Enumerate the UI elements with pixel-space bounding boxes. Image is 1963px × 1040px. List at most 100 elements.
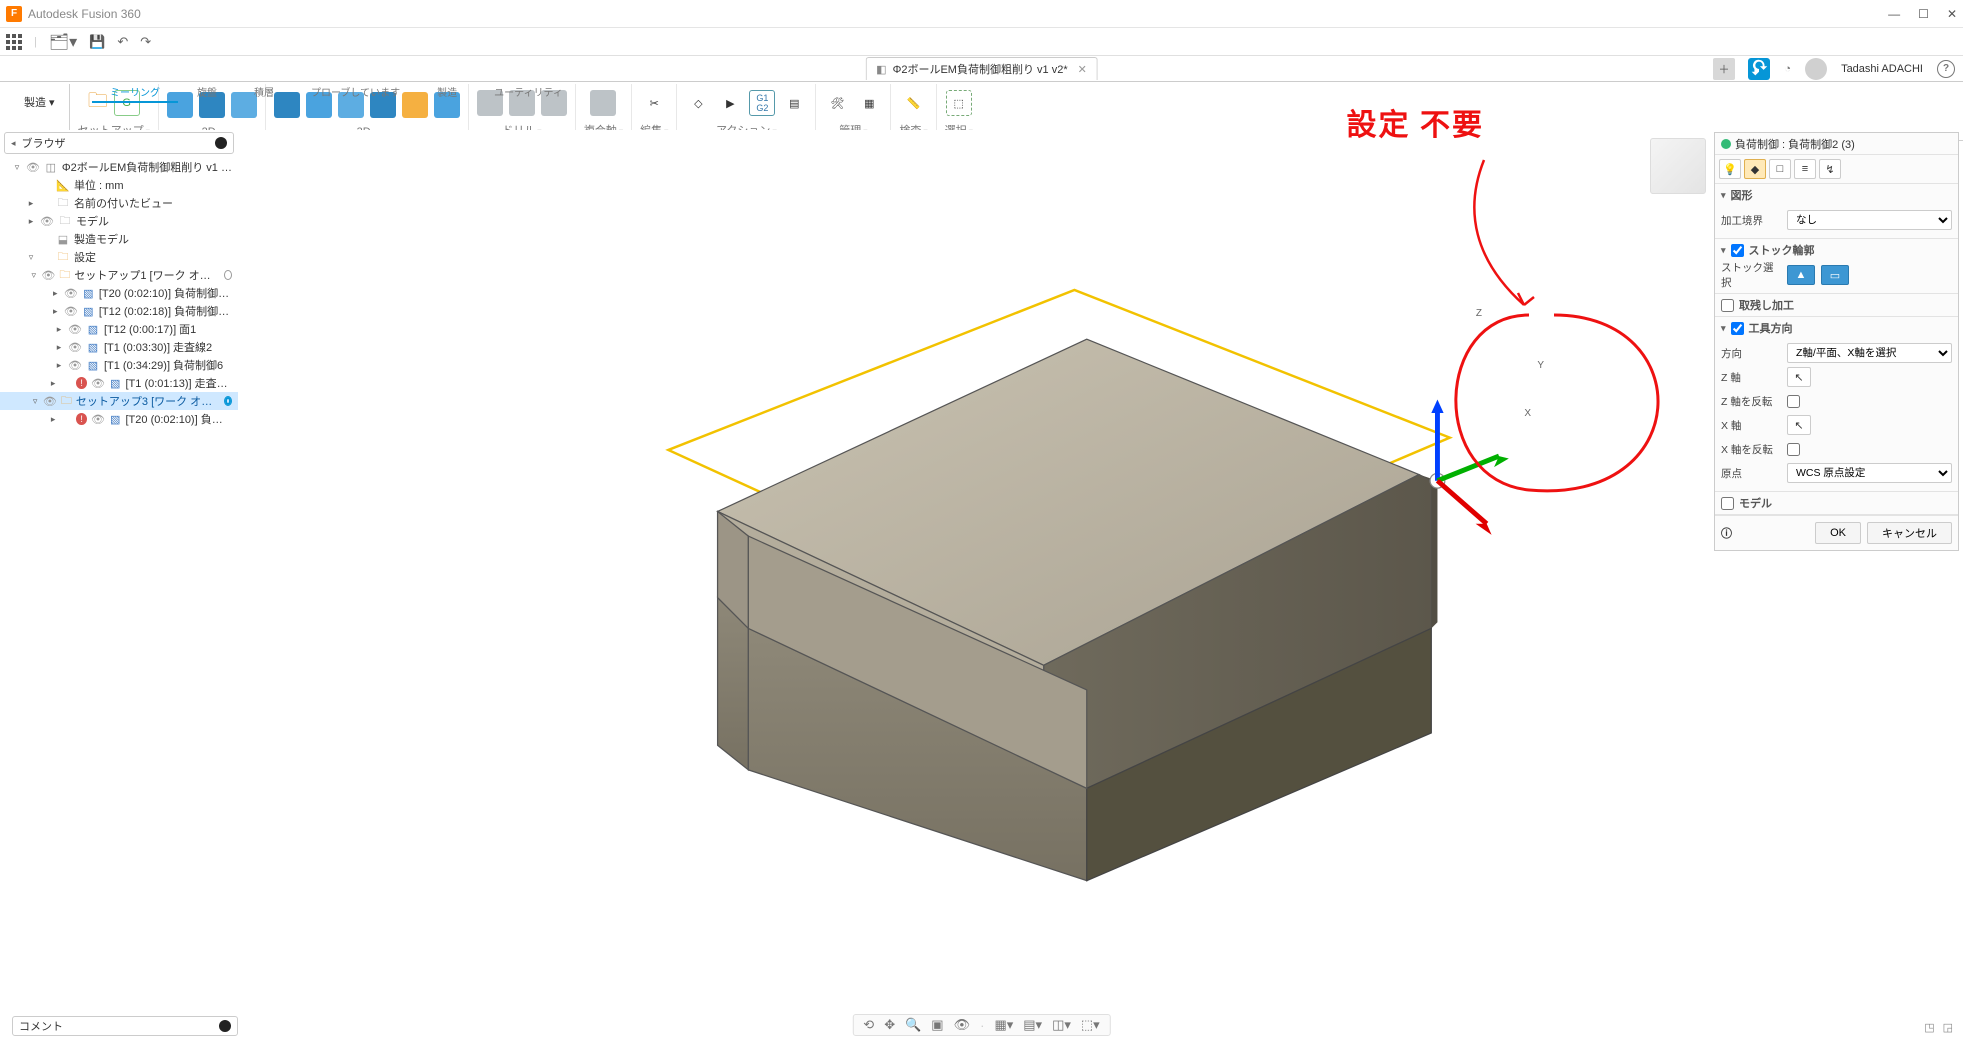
browser-header[interactable]: ◂ ブラウザ [4, 132, 234, 154]
user-name[interactable]: Tadashi ADACHI [1841, 63, 1923, 75]
tree-twisty-icon[interactable]: ▸ [49, 414, 58, 425]
viewport-canvas[interactable]: Z Y X 設定 不要 [238, 130, 1714, 1016]
ribbon-tab-turning[interactable]: 旋盤 [179, 82, 235, 103]
notifications-icon[interactable]: ◔ [1784, 63, 1791, 75]
tree-row[interactable]: ▸👁▧[T20 (0:02:10)] 負荷制御2 (… [0, 284, 238, 302]
active-setup-radio[interactable] [224, 396, 232, 406]
visibility-icon[interactable]: 👁 [26, 161, 40, 174]
tree-row[interactable]: ▿👁🗀セットアップ3 [ワーク オフセット =… [0, 392, 238, 410]
user-avatar[interactable] [1805, 58, 1827, 80]
visibility-icon[interactable]: 👁 [40, 215, 54, 228]
tree-twisty-icon[interactable]: ▸ [51, 288, 60, 299]
nav-orbit-icon[interactable]: ⟲ [863, 1017, 874, 1033]
inspect-measure-icon[interactable]: 📏 [900, 90, 926, 116]
nav-pan-icon[interactable]: ✥ [884, 1017, 895, 1033]
tree-row[interactable]: ▸👁▧[T12 (0:00:17)] 面1 [0, 320, 238, 338]
comment-bar[interactable]: コメント [12, 1016, 238, 1036]
visibility-icon[interactable]: 👁 [43, 395, 57, 408]
orient-x-pick-icon[interactable]: ↖ [1787, 415, 1811, 435]
tree-row[interactable]: ▿👁🗀セットアップ1 [ワーク オフセット =既… [0, 266, 238, 284]
visibility-icon[interactable]: 👁 [91, 413, 105, 426]
boundary-select[interactable]: なし [1787, 210, 1952, 230]
orient-origin-select[interactable]: WCS 原点設定 [1787, 463, 1952, 483]
orient-dir-select[interactable]: Z軸/平面、X軸を選択 [1787, 343, 1952, 363]
manage-lib-icon[interactable]: ▦ [856, 90, 882, 116]
tree-twisty-icon[interactable]: ▸ [26, 198, 36, 209]
visibility-icon[interactable]: 👁 [68, 341, 82, 354]
nav-effects-icon[interactable]: ⬚▾ [1081, 1017, 1100, 1033]
tree-row[interactable]: ▸👁▧[T1 (0:03:30)] 走査線2 [0, 338, 238, 356]
tree-twisty-icon[interactable]: ▸ [54, 342, 64, 353]
tree-row[interactable]: ▿👁◫Φ2ボールEM負荷制御粗削り v1 v2 [0, 158, 238, 176]
section-rest-header[interactable]: 取残し加工 [1715, 294, 1958, 316]
action-simulate-icon[interactable]: ▶ [717, 90, 743, 116]
props-tab-geometry[interactable]: ◆ [1744, 159, 1766, 179]
ribbon-tab-additive[interactable]: 積層 [236, 82, 292, 103]
nav-look-icon[interactable]: 👁 [954, 1017, 971, 1033]
section-orient-header[interactable]: ▾工具方向 [1715, 317, 1958, 339]
tree-twisty-icon[interactable]: ▿ [30, 270, 37, 281]
orient-xflip-check[interactable] [1787, 443, 1800, 456]
tab-close-icon[interactable]: ✕ [1078, 63, 1087, 76]
visibility-icon[interactable]: 👁 [68, 359, 82, 372]
model-check[interactable] [1721, 497, 1734, 510]
window-maximize-icon[interactable]: ☐ [1918, 7, 1929, 21]
tree-row[interactable]: ▸!👁▧[T20 (0:02:10)] 負荷制… [0, 410, 238, 428]
nav-viewports-icon[interactable]: ◫▾ [1052, 1017, 1071, 1033]
document-tab[interactable]: ◧ Φ2ボールEM負荷制御粗削り v1 v2* ✕ [865, 57, 1098, 80]
corner-cube-1-icon[interactable]: ◳ [1924, 1021, 1934, 1034]
tree-row[interactable]: ▿🗀設定 [0, 248, 238, 266]
edit-cut-icon[interactable]: ✂ [641, 90, 667, 116]
props-tab-passes[interactable]: ≡ [1794, 159, 1816, 179]
visibility-icon[interactable]: 👁 [68, 323, 82, 336]
tree-row[interactable]: ▸👁▧[T1 (0:34:29)] 負荷制御6 [0, 356, 238, 374]
manage-tool-icon[interactable]: 🛠 [824, 90, 850, 116]
orient-check[interactable] [1731, 322, 1744, 335]
help-icon[interactable]: ? [1937, 60, 1955, 78]
section-model-header[interactable]: モデル [1715, 492, 1958, 514]
select-icon[interactable]: ⬚ [946, 90, 972, 116]
ribbon-tab-probing[interactable]: プローブしています [293, 82, 418, 103]
tree-twisty-icon[interactable]: ▸ [54, 360, 64, 371]
browser-pin-icon[interactable] [215, 137, 227, 149]
tree-row[interactable]: ⬓製造モデル [0, 230, 238, 248]
app-grid-icon[interactable] [6, 34, 22, 50]
tree-twisty-icon[interactable]: ▸ [54, 324, 64, 335]
ok-button[interactable]: OK [1815, 522, 1861, 544]
tree-twisty-icon[interactable]: ▿ [12, 162, 22, 173]
rest-check[interactable] [1721, 299, 1734, 312]
multiaxis-icon[interactable] [590, 90, 616, 116]
ribbon-tab-utilities[interactable]: ユーティリティ [476, 82, 581, 103]
orient-z-pick-icon[interactable]: ↖ [1787, 367, 1811, 387]
tree-twisty-icon[interactable]: ▿ [31, 396, 39, 407]
props-tab-heights[interactable]: □ [1769, 159, 1791, 179]
action-sheet-icon[interactable]: ▤ [781, 90, 807, 116]
nav-grid-icon[interactable]: ▤▾ [1023, 1017, 1042, 1033]
viewcube[interactable] [1650, 138, 1706, 194]
orient-zflip-check[interactable] [1787, 395, 1800, 408]
tree-twisty-icon[interactable]: ▸ [26, 216, 36, 227]
nav-zoom-icon[interactable]: 🔍 [905, 1017, 921, 1033]
nav-fit-icon[interactable]: ▣ [931, 1017, 943, 1033]
section-stock-header[interactable]: ▾ストック輪郭 [1715, 239, 1958, 261]
action-post-icon[interactable]: G1G2 [749, 90, 775, 116]
tree-twisty-icon[interactable]: ▸ [51, 306, 60, 317]
extensions-button[interactable] [1748, 58, 1770, 80]
file-menu-icon[interactable]: 🗂▾ [49, 32, 77, 52]
stock-select-pointer-icon[interactable]: ▲ [1787, 265, 1815, 285]
redo-icon[interactable]: ↷ [140, 34, 151, 50]
workspace-selector[interactable]: 製造 ▾ [18, 84, 61, 110]
props-tab-linking[interactable]: ↯ [1819, 159, 1841, 179]
comment-pin-icon[interactable] [219, 1020, 231, 1032]
cancel-button[interactable]: キャンセル [1867, 522, 1952, 544]
tree-row[interactable]: 📐単位 : mm [0, 176, 238, 194]
corner-cube-2-icon[interactable]: ◲ [1943, 1021, 1953, 1034]
visibility-icon[interactable]: 👁 [41, 269, 55, 282]
visibility-icon[interactable]: 👁 [91, 377, 105, 390]
tree-row[interactable]: ▸👁▧[T12 (0:02:18)] 負荷制御2 (… [0, 302, 238, 320]
tree-row[interactable]: ▸!👁▧[T1 (0:01:13)] 走査線2… [0, 374, 238, 392]
window-minimize-icon[interactable]: — [1888, 7, 1900, 21]
action-generate-icon[interactable]: ◇ [685, 90, 711, 116]
undo-icon[interactable]: ↶ [117, 34, 128, 50]
visibility-icon[interactable]: 👁 [64, 305, 78, 318]
